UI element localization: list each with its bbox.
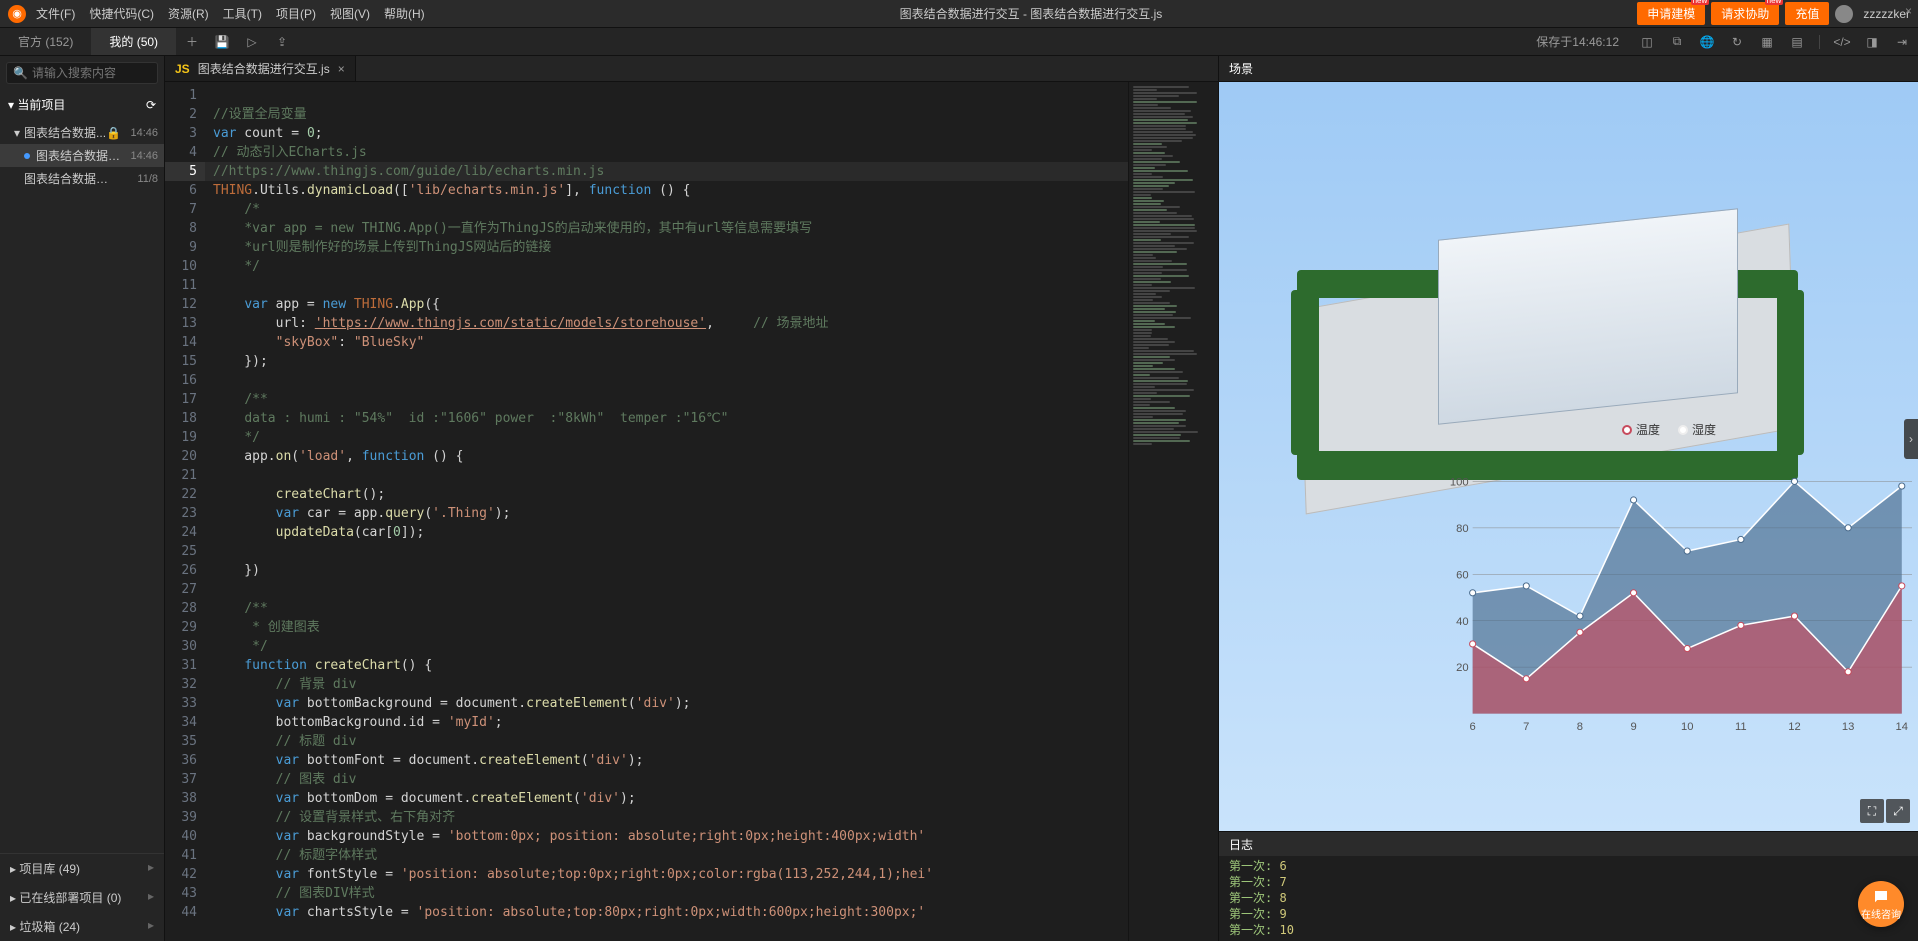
tree-item[interactable]: 图表结合数据进行...14:46: [0, 144, 164, 167]
scene-header: 场景: [1219, 56, 1918, 82]
svg-text:12: 12: [1788, 721, 1800, 733]
avatar[interactable]: [1835, 5, 1853, 23]
sidebar-bottom-item[interactable]: ▸ 已在线部署项目 (0)▸: [0, 883, 164, 912]
main-menu: 文件(F) 快捷代码(C) 资源(R) 工具(T) 项目(P) 视图(V) 帮助(H): [36, 5, 425, 22]
globe-icon[interactable]: 🌐: [1699, 34, 1715, 50]
request-help-button[interactable]: 请求协助new: [1711, 2, 1779, 25]
svg-text:10: 10: [1681, 721, 1693, 733]
close-icon[interactable]: ×: [1905, 4, 1912, 18]
file-tab-label: 图表结合数据进行交互.js: [198, 60, 330, 77]
log-header: 日志: [1219, 832, 1918, 856]
svg-text:80: 80: [1456, 523, 1468, 535]
copy-icon[interactable]: ⧉: [1669, 34, 1685, 50]
project-header: ▾ 当前项目 ⟳: [0, 90, 164, 119]
svg-text:40: 40: [1456, 616, 1468, 628]
search-box[interactable]: 🔍: [6, 62, 158, 84]
log-pane: 日志 第一次: 6第一次: 7第一次: 8第一次: 9第一次: 10: [1219, 831, 1918, 941]
svg-text:9: 9: [1630, 721, 1636, 733]
expand-icon[interactable]: ⛶: [1860, 799, 1884, 823]
area-chart: 20 40 60 80 100 6 7 8 9 10 11 12 13 14: [1442, 441, 1912, 741]
search-input[interactable]: [32, 66, 187, 80]
svg-text:8: 8: [1577, 721, 1583, 733]
menu-item[interactable]: 文件(F): [36, 5, 75, 22]
recharge-button[interactable]: 充值: [1785, 2, 1829, 25]
top-bar: ◉ 文件(F)快捷代码(C)资源(R)工具(T)项目(P)视图(V)帮助(H) …: [0, 0, 1918, 28]
log-body[interactable]: 第一次: 6第一次: 7第一次: 8第一次: 9第一次: 10: [1219, 856, 1918, 941]
menu-item[interactable]: 项目(P): [276, 5, 316, 22]
svg-text:14: 14: [1896, 721, 1908, 733]
menu-item[interactable]: 视图(V): [330, 5, 370, 22]
svg-text:13: 13: [1842, 721, 1854, 733]
share-icon[interactable]: ⇪: [274, 34, 290, 50]
menu-item[interactable]: 快捷代码(C): [89, 5, 154, 22]
project-tree: ▾图表结合数据... 🔒14:46图表结合数据进行...14:46图表结合数据进…: [0, 119, 164, 853]
code-editor[interactable]: //设置全局变量 var count = 0; // 动态引入ECharts.j…: [205, 82, 1128, 941]
refresh-icon[interactable]: ⟳: [146, 98, 156, 112]
svg-text:60: 60: [1456, 569, 1468, 581]
panel-icon[interactable]: ◨: [1864, 34, 1880, 50]
chart-legend: 温度 湿度: [1622, 421, 1716, 438]
menu-item[interactable]: 帮助(H): [384, 5, 425, 22]
app-logo: ◉: [8, 5, 26, 23]
save-icon[interactable]: 💾: [214, 34, 230, 50]
chart-overlay: 温度 湿度 20 40 60 80 100 6 7 8 9 10 11 12 13 14: [1442, 421, 1912, 741]
svg-text:6: 6: [1470, 721, 1476, 733]
run-icon[interactable]: ▷: [244, 34, 260, 50]
project-source-tabs: 官方 (152) 我的 (50) ＋ 💾 ▷ ⇪ 保存于14:46:12 ◫ ⧉…: [0, 28, 1918, 56]
menu-item[interactable]: 工具(T): [223, 5, 262, 22]
tab-official[interactable]: 官方 (152): [0, 28, 91, 55]
tree-item[interactable]: ▾图表结合数据... 🔒14:46: [0, 121, 164, 144]
tab-mine[interactable]: 我的 (50): [91, 28, 176, 55]
tree-item[interactable]: 图表结合数据进行...11/8: [0, 167, 164, 190]
sidebar: 🔍 ▾ 当前项目 ⟳ ▾图表结合数据... 🔒14:46图表结合数据进行...1…: [0, 56, 165, 941]
line-gutter: 1234567891011121314151617181920212223242…: [165, 82, 205, 941]
apply-model-button[interactable]: 申请建模new: [1637, 2, 1705, 25]
sidebar-bottom-item[interactable]: ▸ 垃圾箱 (24)▸: [0, 912, 164, 941]
online-chat-button[interactable]: 在线咨询: [1858, 881, 1904, 927]
save-time: 保存于14:46:12: [1536, 33, 1619, 50]
scene-viewport[interactable]: › 温度 湿度 2040608010067891011121314 ⛶ ⤢: [1219, 82, 1918, 831]
username[interactable]: zzzzzker: [1863, 7, 1910, 21]
svg-text:11: 11: [1735, 721, 1747, 733]
file-tabs: JS 图表结合数据进行交互.js ×: [165, 56, 1218, 82]
window-title: 图表结合数据进行交互 - 图表结合数据进行交互.js: [425, 5, 1638, 22]
menu-item[interactable]: 资源(R): [168, 5, 209, 22]
file-tab[interactable]: JS 图表结合数据进行交互.js ×: [165, 56, 356, 81]
wrap-icon[interactable]: ⇥: [1894, 34, 1910, 50]
code-icon[interactable]: </>: [1834, 34, 1850, 50]
sidebar-bottom: ▸ 项目库 (49)▸▸ 已在线部署项目 (0)▸▸ 垃圾箱 (24)▸: [0, 853, 164, 941]
minimap[interactable]: [1128, 82, 1218, 941]
svg-text:20: 20: [1456, 662, 1468, 674]
cube-icon[interactable]: ◫: [1639, 34, 1655, 50]
editor-pane: JS 图表结合数据进行交互.js × 123456789101112131415…: [165, 56, 1218, 941]
fullscreen-icon[interactable]: ⤢: [1886, 799, 1910, 823]
sidebar-bottom-item[interactable]: ▸ 项目库 (49)▸: [0, 854, 164, 883]
history-icon[interactable]: ↻: [1729, 34, 1745, 50]
js-file-icon: JS: [175, 62, 190, 76]
close-tab-icon[interactable]: ×: [338, 62, 345, 76]
new-icon[interactable]: ＋: [184, 34, 200, 50]
search-icon: 🔍: [13, 66, 28, 80]
right-pane: 场景 › 温度 湿度 2040608010067891011121314 ⛶: [1218, 56, 1918, 941]
layout-icon[interactable]: ▦: [1759, 34, 1775, 50]
grid-icon[interactable]: ▤: [1789, 34, 1805, 50]
svg-text:100: 100: [1450, 476, 1469, 488]
svg-text:7: 7: [1523, 721, 1529, 733]
